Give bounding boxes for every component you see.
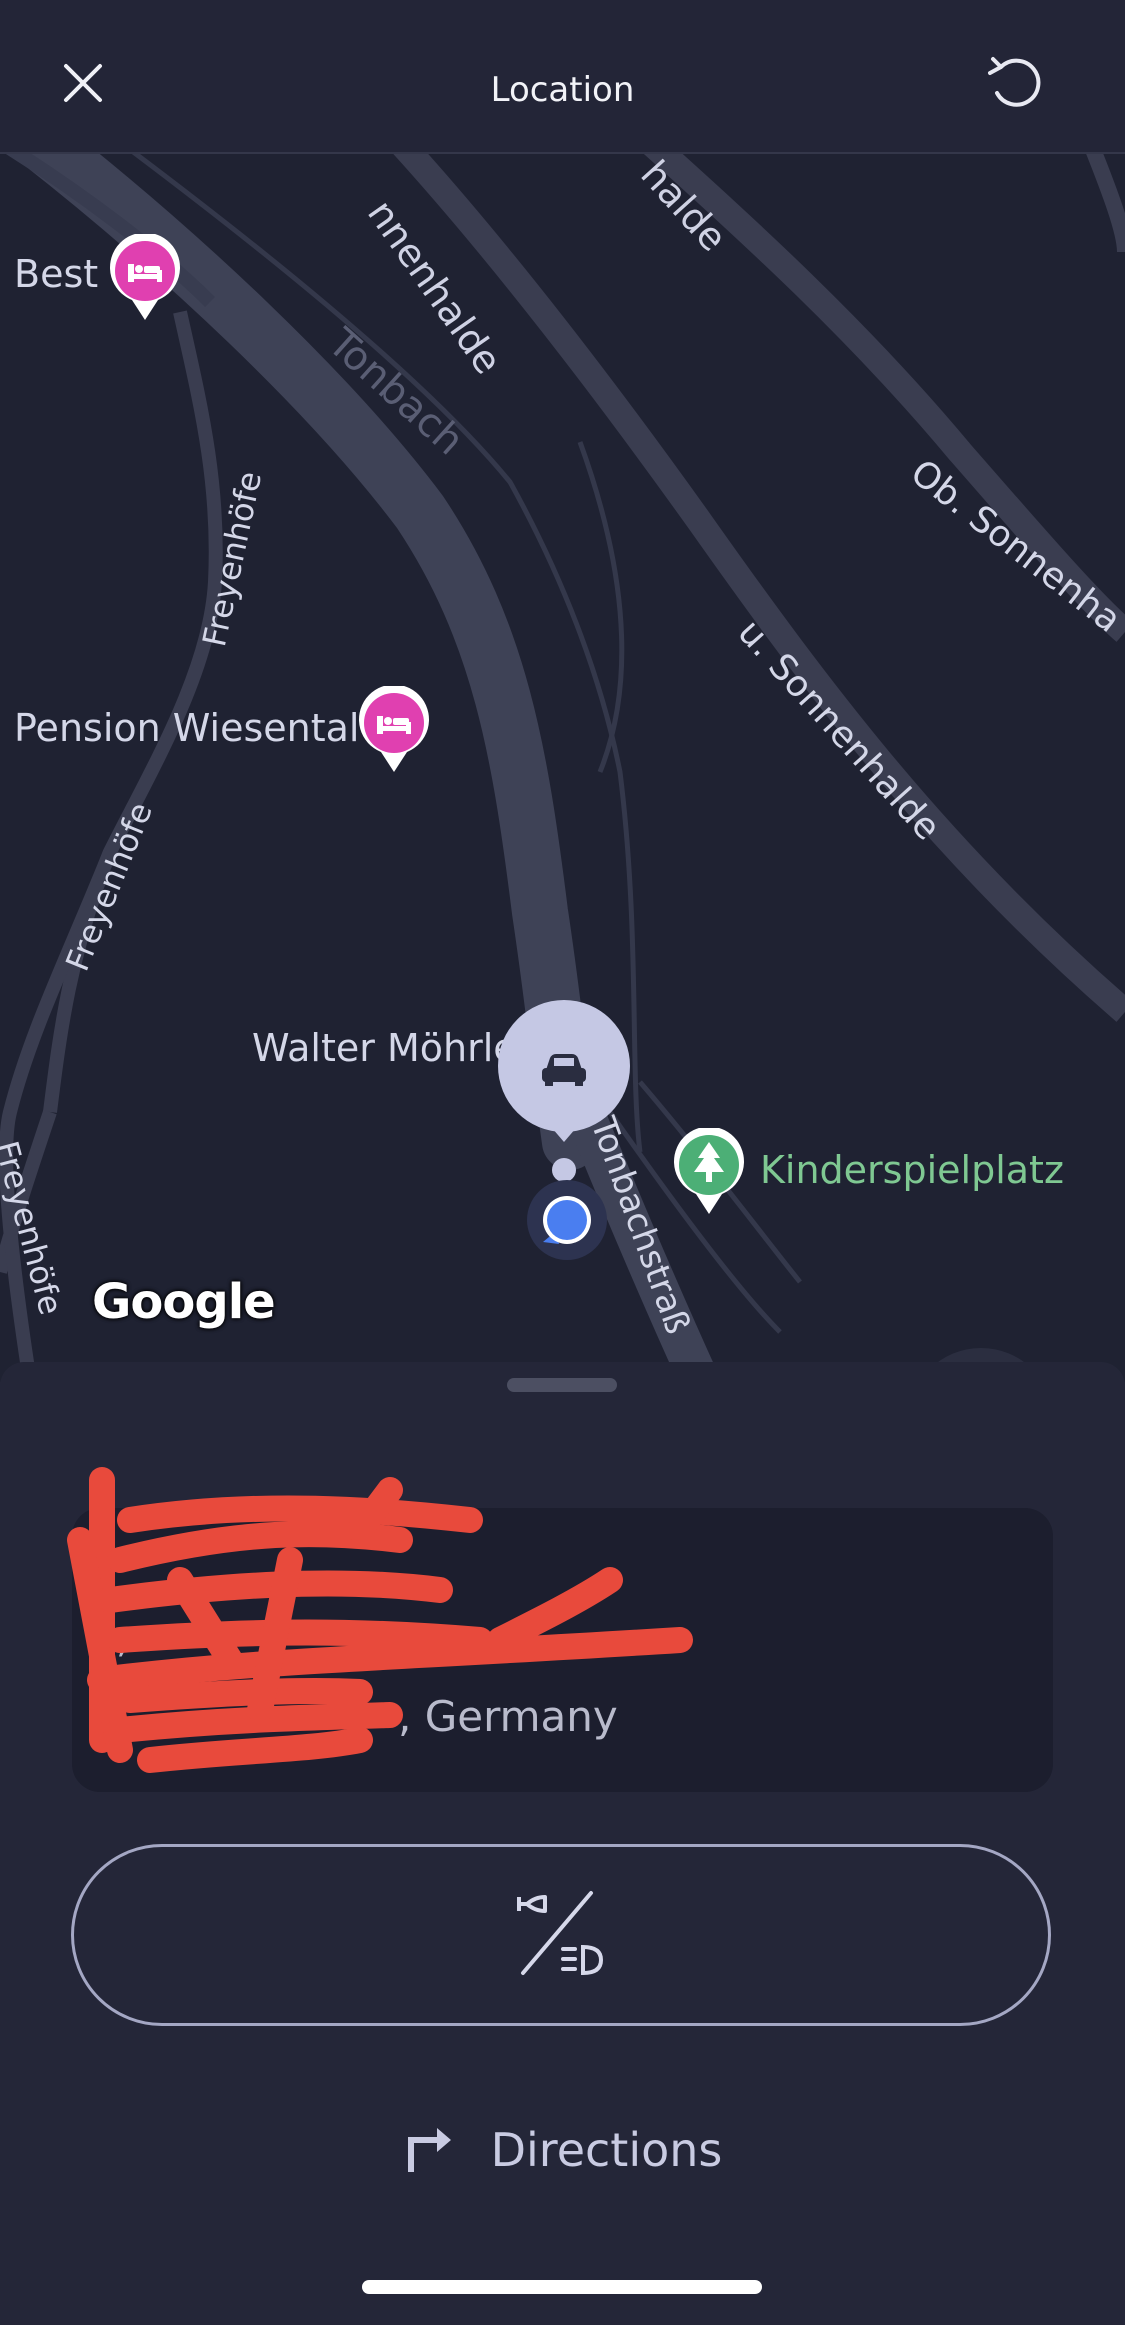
tree-icon	[674, 1126, 744, 1214]
refresh-icon	[985, 55, 1045, 116]
user-location-dot	[525, 1178, 609, 1267]
poi-label-walter: Walter Möhrle	[252, 1026, 517, 1070]
poi-label-pension: Pension Wiesental	[14, 706, 360, 750]
hotel-icon	[359, 684, 429, 772]
page-title: Location	[490, 70, 635, 110]
poi-label-best: Best	[14, 252, 99, 296]
directions-label: Directions	[490, 2123, 723, 2177]
hotel-pin[interactable]	[108, 232, 182, 327]
honk-flash-icon	[513, 1889, 609, 1982]
refresh-button[interactable]	[980, 50, 1050, 120]
sheet-grabber[interactable]	[507, 1378, 617, 1392]
home-indicator	[362, 2280, 762, 2294]
hotel-icon	[110, 232, 180, 320]
google-attribution: Google	[92, 1274, 276, 1330]
poi-label-kinderspielplatz: Kinderspielplatz	[760, 1148, 1064, 1192]
honk-flash-button[interactable]	[71, 1844, 1051, 2026]
map-view[interactable]: nnenhalde halde Tonbach Freyenhöfe Freye…	[0, 152, 1125, 1382]
directions-button[interactable]: Directions	[0, 2110, 1125, 2190]
redaction-scribble	[67, 1467, 693, 1773]
park-pin[interactable]	[672, 1126, 746, 1221]
hotel-pin[interactable]	[357, 684, 431, 779]
vehicle-marker[interactable]	[496, 1000, 632, 1205]
top-bar: Location	[0, 0, 1125, 154]
turn-right-arrow-icon	[403, 2122, 455, 2179]
